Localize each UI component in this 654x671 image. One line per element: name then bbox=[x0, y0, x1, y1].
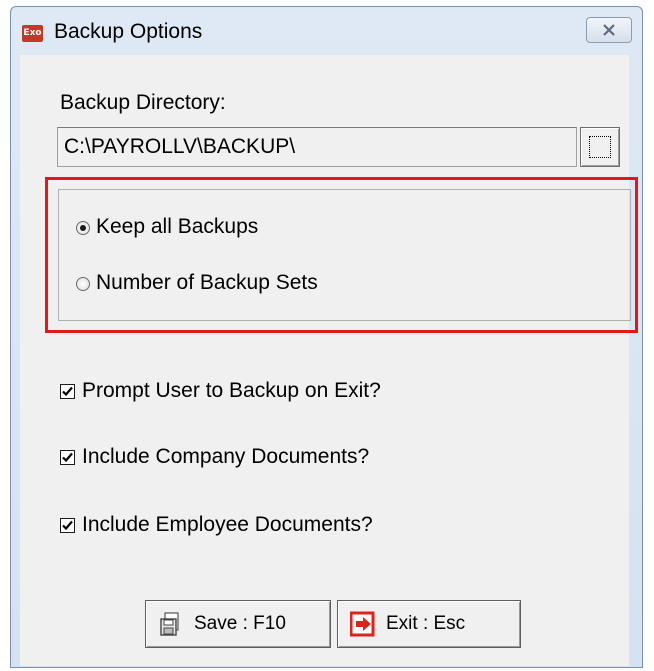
number-of-backup-sets-label[interactable]: Number of Backup Sets bbox=[96, 271, 318, 295]
backup-directory-label: Backup Directory: bbox=[60, 91, 226, 114]
save-button-label: Save : F10 bbox=[194, 613, 286, 634]
dialog-body: Backup Directory: Keep all Backups Numbe… bbox=[20, 55, 638, 666]
keep-all-backups-radio[interactable] bbox=[76, 221, 90, 235]
backup-directory-field[interactable] bbox=[57, 127, 577, 167]
exit-button[interactable]: Exit : Esc bbox=[337, 600, 521, 648]
prompt-backup-on-exit-label[interactable]: Prompt User to Backup on Exit? bbox=[82, 379, 381, 403]
number-of-backup-sets-radio[interactable] bbox=[76, 277, 90, 291]
backup-options-window: Exo Backup Options Backup Directory: Kee… bbox=[10, 6, 643, 668]
app-logo-icon: Exo bbox=[22, 25, 43, 42]
include-company-documents-label[interactable]: Include Company Documents? bbox=[82, 445, 369, 469]
include-company-documents-checkbox[interactable] bbox=[60, 450, 75, 465]
browse-button[interactable] bbox=[580, 127, 620, 167]
include-employee-documents-label[interactable]: Include Employee Documents? bbox=[82, 513, 373, 537]
checkmark-icon bbox=[62, 520, 73, 531]
checkmark-icon bbox=[62, 386, 73, 397]
save-disk-icon bbox=[160, 612, 179, 636]
window-title: Backup Options bbox=[54, 20, 203, 43]
close-icon bbox=[603, 24, 615, 36]
highlight-box bbox=[45, 177, 638, 333]
prompt-backup-on-exit-checkbox[interactable] bbox=[60, 384, 75, 399]
exit-button-label: Exit : Esc bbox=[386, 613, 466, 634]
close-button[interactable] bbox=[586, 17, 632, 43]
include-employee-documents-checkbox[interactable] bbox=[60, 518, 75, 533]
title-bar[interactable]: Exo Backup Options bbox=[11, 7, 642, 55]
exit-door-icon bbox=[350, 611, 375, 637]
keep-all-backups-label[interactable]: Keep all Backups bbox=[96, 215, 258, 239]
checkmark-icon bbox=[62, 452, 73, 463]
ellipsis-icon bbox=[589, 136, 611, 158]
save-button[interactable]: Save : F10 bbox=[145, 600, 331, 648]
